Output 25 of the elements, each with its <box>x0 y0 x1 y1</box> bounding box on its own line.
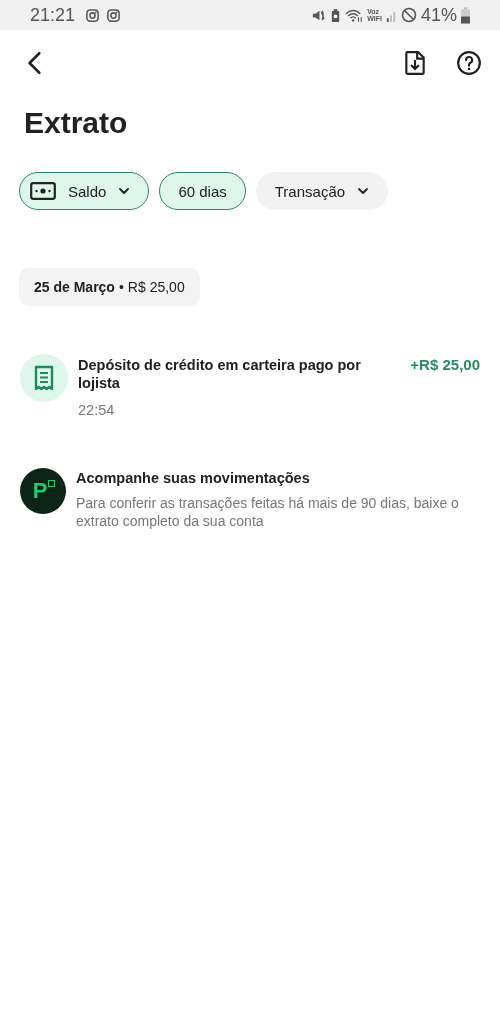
transaction-time: 22:54 <box>78 402 116 418</box>
group-date: 25 de Março <box>34 279 115 295</box>
notice-title: Acompanhe suas movimentações <box>76 470 311 486</box>
filter-chip[interactable]: 60 dias <box>159 172 246 210</box>
battery-percent: 41% <box>420 4 457 26</box>
transaction-item[interactable]: Depósito de crédito em carteira pago por lojista +R$ 25,00 22:54 <box>0 356 500 418</box>
banknote-icon <box>30 182 56 200</box>
caret-icon <box>118 185 131 197</box>
wifi-icon <box>345 7 364 23</box>
separator-dot: • <box>118 279 124 295</box>
camera-icon <box>85 7 101 23</box>
page-title: Extrato <box>24 106 129 140</box>
transaction-amount: +R$ 25,00 <box>410 356 480 375</box>
battery-saver-icon <box>330 7 342 23</box>
blocked-icon <box>400 7 417 23</box>
brand-logo: P <box>20 468 66 514</box>
clock-time: 21:21 <box>30 4 76 26</box>
notice-text: Para conferir as transações feitas há mais de 90 dias, baixe o extrato completo da sua conta <box>76 494 460 530</box>
filter-chip[interactable]: Transação <box>255 172 389 210</box>
filter-chip[interactable]: Saldo <box>19 172 150 210</box>
transaction-description: Depósito de crédito em carteira pago por lojista <box>78 356 362 392</box>
group-total: R$ 25,00 <box>127 279 185 295</box>
camera-icon <box>106 7 122 23</box>
caret-icon <box>357 185 370 197</box>
battery-icon <box>461 6 470 24</box>
